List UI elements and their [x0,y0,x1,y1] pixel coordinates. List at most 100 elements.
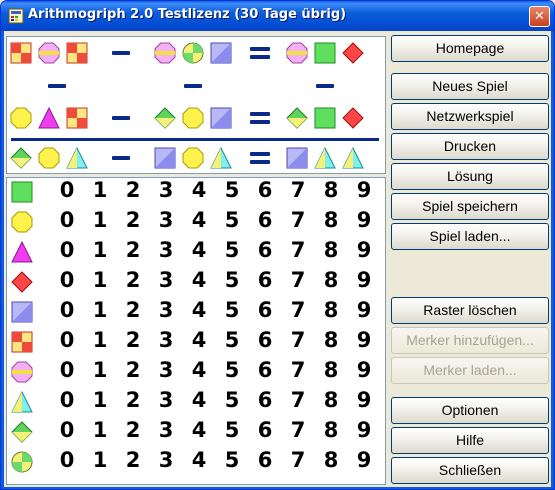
digit-cell[interactable]: 1 [88,418,112,442]
new-game-button[interactable]: Neues Spiel [391,73,549,100]
digit-cell[interactable]: 8 [319,238,343,262]
digit-cell[interactable]: 9 [352,448,376,472]
digit-cell[interactable]: 4 [187,418,211,442]
digit-cell[interactable]: 3 [154,268,178,292]
digit-cell[interactable]: 3 [154,208,178,232]
digit-cell[interactable]: 9 [352,358,376,382]
digit-cell[interactable]: 3 [154,418,178,442]
digit-cell[interactable]: 6 [253,208,277,232]
digit-cell[interactable]: 8 [319,448,343,472]
help-button[interactable]: Hilfe [391,427,549,454]
digit-cell[interactable]: 1 [88,328,112,352]
title-bar[interactable]: Arithmogriph 2.0 Testlizenz (30 Tage übr… [1,1,554,31]
digit-cell[interactable]: 7 [286,298,310,322]
close-icon[interactable]: ✕ [529,6,550,27]
digit-cell[interactable]: 7 [286,358,310,382]
digit-cell[interactable]: 5 [220,268,244,292]
digit-cell[interactable]: 6 [253,298,277,322]
digit-cell[interactable]: 7 [286,388,310,412]
digit-cell[interactable]: 3 [154,358,178,382]
digit-cell[interactable]: 5 [220,328,244,352]
digit-cell[interactable]: 4 [187,448,211,472]
digit-cell[interactable]: 0 [55,328,79,352]
digit-cell[interactable]: 9 [352,238,376,262]
digit-cell[interactable]: 7 [286,178,310,202]
digit-cell[interactable]: 0 [55,298,79,322]
digit-cell[interactable]: 8 [319,298,343,322]
digit-cell[interactable]: 5 [220,208,244,232]
digit-cell[interactable]: 6 [253,268,277,292]
digit-cell[interactable]: 1 [88,298,112,322]
digit-cell[interactable]: 1 [88,208,112,232]
digit-cell[interactable]: 2 [121,448,145,472]
digit-cell[interactable]: 6 [253,358,277,382]
digit-cell[interactable]: 4 [187,328,211,352]
digit-cell[interactable]: 8 [319,328,343,352]
digit-cell[interactable]: 6 [253,328,277,352]
digit-cell[interactable]: 9 [352,328,376,352]
save-game-button[interactable]: Spiel speichern [391,193,549,220]
digit-cell[interactable]: 9 [352,298,376,322]
digit-cell[interactable]: 3 [154,298,178,322]
digit-cell[interactable]: 6 [253,388,277,412]
digit-cell[interactable]: 9 [352,418,376,442]
digit-cell[interactable]: 1 [88,358,112,382]
digit-cell[interactable]: 2 [121,388,145,412]
close-button[interactable]: Schließen [391,457,549,484]
digit-cell[interactable]: 1 [88,268,112,292]
digit-cell[interactable]: 0 [55,418,79,442]
load-game-button[interactable]: Spiel laden... [391,223,549,250]
digit-cell[interactable]: 4 [187,298,211,322]
digit-cell[interactable]: 0 [55,388,79,412]
digit-cell[interactable]: 3 [154,238,178,262]
digit-cell[interactable]: 1 [88,448,112,472]
digit-cell[interactable]: 2 [121,268,145,292]
digit-cell[interactable]: 5 [220,178,244,202]
digit-cell[interactable]: 0 [55,358,79,382]
digit-cell[interactable]: 0 [55,448,79,472]
digit-cell[interactable]: 4 [187,238,211,262]
digit-cell[interactable]: 6 [253,238,277,262]
digit-cell[interactable]: 5 [220,358,244,382]
network-game-button[interactable]: Netzwerkspiel [391,103,549,130]
clear-grid-button[interactable]: Raster löschen [391,297,549,324]
digit-cell[interactable]: 7 [286,328,310,352]
digit-cell[interactable]: 0 [55,178,79,202]
digit-cell[interactable]: 2 [121,418,145,442]
digit-cell[interactable]: 7 [286,238,310,262]
digit-cell[interactable]: 7 [286,268,310,292]
digit-cell[interactable]: 4 [187,208,211,232]
digit-cell[interactable]: 2 [121,178,145,202]
digit-cell[interactable]: 5 [220,238,244,262]
digit-cell[interactable]: 6 [253,178,277,202]
digit-cell[interactable]: 3 [154,178,178,202]
digit-cell[interactable]: 5 [220,418,244,442]
digit-cell[interactable]: 0 [55,268,79,292]
digit-cell[interactable]: 8 [319,178,343,202]
load-marker-button[interactable]: Merker laden... [391,357,549,384]
digit-cell[interactable]: 2 [121,298,145,322]
digit-cell[interactable]: 3 [154,448,178,472]
digit-cell[interactable]: 4 [187,178,211,202]
digit-cell[interactable]: 3 [154,388,178,412]
digit-cell[interactable]: 8 [319,388,343,412]
digit-cell[interactable]: 1 [88,388,112,412]
digit-cell[interactable]: 8 [319,358,343,382]
digit-cell[interactable]: 0 [55,208,79,232]
digit-cell[interactable]: 7 [286,208,310,232]
digit-cell[interactable]: 7 [286,418,310,442]
digit-cell[interactable]: 7 [286,448,310,472]
digit-cell[interactable]: 5 [220,298,244,322]
digit-cell[interactable]: 5 [220,388,244,412]
homepage-button[interactable]: Homepage [391,35,549,62]
digit-cell[interactable]: 4 [187,358,211,382]
digit-cell[interactable]: 9 [352,268,376,292]
digit-cell[interactable]: 4 [187,388,211,412]
digit-cell[interactable]: 5 [220,448,244,472]
options-button[interactable]: Optionen [391,397,549,424]
digit-cell[interactable]: 8 [319,418,343,442]
digit-cell[interactable]: 9 [352,388,376,412]
digit-cell[interactable]: 3 [154,328,178,352]
digit-cell[interactable]: 9 [352,208,376,232]
digit-cell[interactable]: 2 [121,358,145,382]
